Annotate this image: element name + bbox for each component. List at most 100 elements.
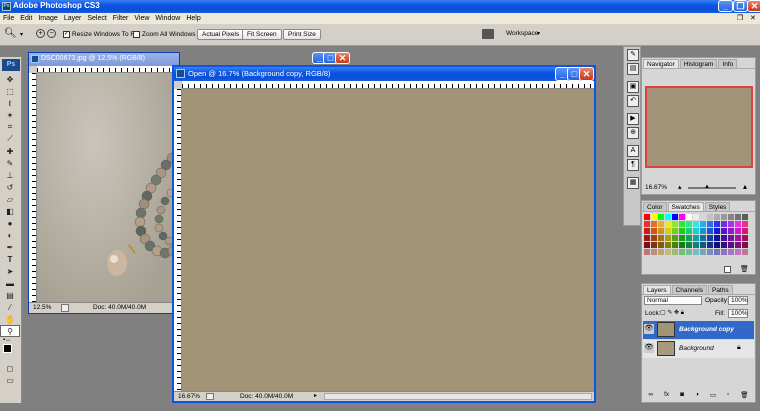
color-swatch[interactable] [672,249,678,255]
quick-mask-icon[interactable]: ◻ [0,362,20,374]
zoom-in-small-icon[interactable]: ▴ [743,182,747,191]
menu-help[interactable]: Help [186,13,200,24]
info-panel-icon[interactable]: ▦ [627,177,639,189]
new-group-icon[interactable]: ▭ [710,391,716,401]
color-swatch[interactable] [714,249,720,255]
zoom-tool-icon[interactable]: ⚲ [0,325,20,337]
opacity-field[interactable]: 100% [728,296,748,305]
color-swatch[interactable] [707,214,713,220]
color-swatch[interactable] [714,242,720,248]
color-swatch[interactable] [735,214,741,220]
history-brush-icon[interactable]: ↺ [0,181,20,193]
color-swatch[interactable] [644,228,650,234]
actual-pixels-button[interactable]: Actual Pixels [197,29,245,40]
tab-color[interactable]: Color [643,202,667,211]
color-swatch[interactable] [700,214,706,220]
healing-brush-icon[interactable]: ✚ [0,145,20,157]
menu-image[interactable]: Image [38,13,57,24]
color-swatch[interactable] [735,242,741,248]
color-swatch[interactable] [728,235,734,241]
color-swatch[interactable] [693,214,699,220]
delete-layer-icon[interactable]: 🗑︎ [740,391,748,401]
menu-layer[interactable]: Layer [64,13,82,24]
doc1-close-button[interactable]: ✕ [335,52,350,64]
lock-icons[interactable]: ▢ ✎ ✥ 🔒︎ [660,309,684,317]
pen-tool-icon[interactable]: ✒ [0,241,20,253]
layer-mask-icon[interactable]: ◙ [680,391,684,401]
color-swatch[interactable] [721,228,727,234]
color-swatch[interactable] [735,249,741,255]
color-swatch[interactable] [658,214,664,220]
color-swatch[interactable] [651,235,657,241]
color-swatch[interactable] [644,249,650,255]
color-swatch[interactable] [707,235,713,241]
doc2-zoom-field[interactable]: 16.67% [178,393,200,400]
color-swatch[interactable] [665,221,671,227]
color-swatch[interactable] [644,214,650,220]
doc2-close-button[interactable]: ✕ [579,67,594,81]
color-swatch[interactable] [742,242,748,248]
color-swatch[interactable] [721,221,727,227]
color-swatch[interactable] [658,228,664,234]
actions-icon[interactable]: ▶ [627,113,639,125]
color-swatch[interactable] [700,228,706,234]
color-swatch[interactable] [721,235,727,241]
color-swatch[interactable] [679,214,685,220]
tab-histogram[interactable]: Histogram [679,59,718,68]
color-swatch[interactable] [735,228,741,234]
color-swatch[interactable] [700,235,706,241]
paragraph-icon[interactable]: ¶ [627,159,639,171]
color-swatch[interactable] [742,249,748,255]
color-swatch[interactable] [672,221,678,227]
color-swatch[interactable] [728,249,734,255]
doc2-horizontal-scrollbar[interactable] [324,393,592,400]
doc1-canvas[interactable] [37,73,179,302]
layer-row-background[interactable]: 👁︎ Background 🔒︎ [643,340,754,358]
color-swatch[interactable] [714,235,720,241]
zoom-out-small-icon[interactable]: ▴ [678,183,682,191]
restore-button[interactable]: ❐ [733,0,748,12]
color-swatch[interactable] [679,221,685,227]
move-tool-icon[interactable]: ✥ [0,73,20,85]
type-tool-icon[interactable]: T [0,253,20,265]
color-swatch[interactable] [686,242,692,248]
menu-select[interactable]: Select [87,13,106,24]
doc1-status-icon[interactable] [61,304,69,312]
color-swatch[interactable] [700,249,706,255]
color-swatch[interactable] [721,242,727,248]
color-swatch[interactable] [665,235,671,241]
menu-view[interactable]: View [134,13,149,24]
color-swatch[interactable] [658,242,664,248]
chevron-down-icon[interactable]: ▾ [20,31,23,38]
resize-windows-checkbox[interactable]: ✓ [63,31,70,38]
color-swatch[interactable] [686,214,692,220]
color-swatch[interactable] [742,221,748,227]
doc1-zoom-field[interactable]: 12.5% [33,304,51,311]
color-swatch[interactable] [665,228,671,234]
tab-info[interactable]: Info [718,59,738,68]
path-select-icon[interactable]: ➤ [0,265,20,277]
doc2-status-icon[interactable] [206,393,214,400]
tab-channels[interactable]: Channels [671,285,707,294]
color-swatch[interactable] [658,221,664,227]
color-swatch[interactable] [693,221,699,227]
color-swatch[interactable] [707,249,713,255]
workspace-icon[interactable] [482,29,494,39]
color-swatch[interactable] [728,228,734,234]
color-swatch[interactable] [742,235,748,241]
tab-navigator[interactable]: Navigator [643,59,679,68]
swap-colors-icon[interactable]: ▪↔ [0,337,21,344]
lasso-tool-icon[interactable]: ℓ [0,97,20,109]
color-swatch[interactable] [651,249,657,255]
doc2-scroll-arrow-icon[interactable]: ▸ [314,392,317,399]
eye-icon[interactable]: 👁︎ [644,343,654,353]
doc-close-icon[interactable]: ✕ [750,14,756,22]
color-swatch[interactable] [686,249,692,255]
eyedropper-icon[interactable]: ⁄ [0,301,20,313]
layer-comps-icon[interactable]: ▣ [627,81,639,93]
color-swatch[interactable] [728,214,734,220]
color-swatch[interactable] [700,221,706,227]
color-swatch[interactable] [658,249,664,255]
link-layers-icon[interactable]: ∞ [648,391,653,401]
color-swatch[interactable] [721,214,727,220]
